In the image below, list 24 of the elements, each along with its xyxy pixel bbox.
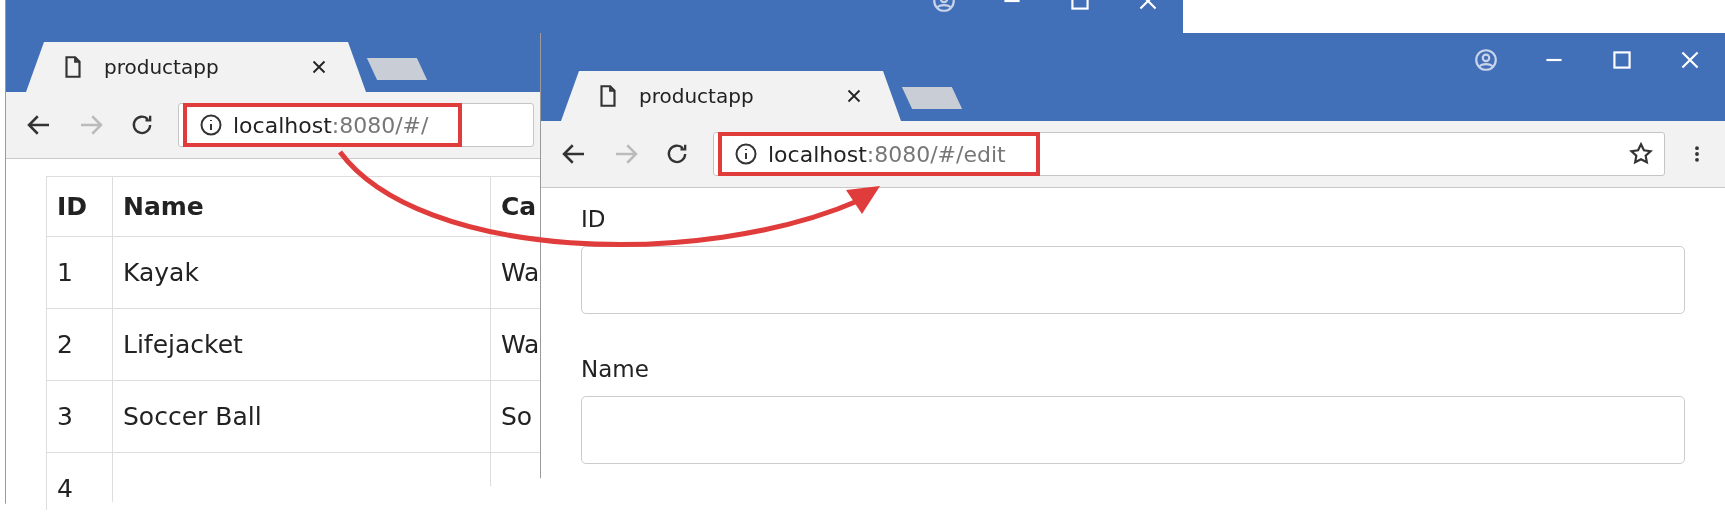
table-cell: Lifejacket bbox=[112, 308, 491, 381]
input-field[interactable] bbox=[581, 396, 1685, 464]
browser-tab[interactable]: productapp bbox=[561, 71, 901, 121]
table-cell: 1 bbox=[46, 236, 113, 309]
field-label: ID bbox=[581, 206, 607, 232]
url-text: localhost:8080/#/edit bbox=[768, 141, 1006, 167]
table-cell: 2 bbox=[46, 308, 113, 381]
table-cell: Soccer Ball bbox=[112, 380, 491, 453]
address-bar[interactable]: localhost:8080/#/edit bbox=[713, 132, 1665, 176]
tab-title: productapp bbox=[639, 84, 755, 108]
info-icon bbox=[199, 113, 223, 137]
column-header: Name bbox=[112, 176, 491, 237]
browser-tab[interactable]: productapp bbox=[26, 42, 366, 92]
star-icon[interactable] bbox=[1628, 141, 1654, 167]
column-header: ID bbox=[46, 176, 113, 237]
field-label: Name bbox=[581, 356, 650, 382]
table-cell: 3 bbox=[46, 380, 113, 453]
table-cell: Kayak bbox=[112, 236, 491, 309]
address-bar[interactable]: localhost:8080/#/ bbox=[178, 103, 534, 147]
input-field[interactable] bbox=[581, 246, 1685, 314]
account-icon[interactable] bbox=[1473, 47, 1499, 73]
tab-title: productapp bbox=[104, 55, 220, 79]
info-icon bbox=[734, 142, 758, 166]
url-text: localhost:8080/#/ bbox=[233, 112, 429, 138]
